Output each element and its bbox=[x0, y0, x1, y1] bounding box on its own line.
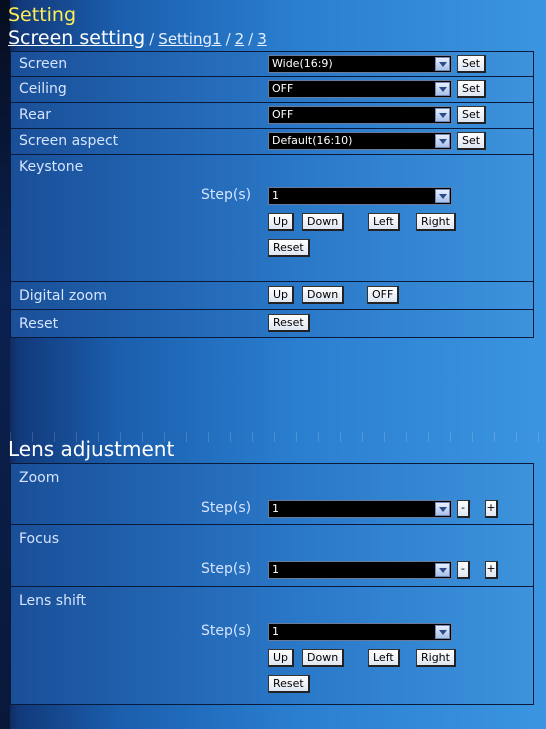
focus-plus-button[interactable]: + bbox=[485, 561, 498, 579]
keystone-step-value: 1 bbox=[272, 189, 279, 202]
rear-label: Rear bbox=[19, 107, 52, 123]
row-reset: Reset Reset bbox=[11, 310, 533, 338]
rear-set-button[interactable]: Set bbox=[457, 106, 487, 124]
lens-shift-step-label: Step(s) bbox=[201, 623, 252, 639]
focus-minus-button[interactable]: - bbox=[457, 561, 470, 579]
row-screen-aspect: Screen aspect Default(16:10) Set bbox=[11, 129, 533, 155]
zoom-step-label: Step(s) bbox=[201, 500, 252, 516]
row-lens-shift: Lens shift Step(s) 1 Up Down Left Right … bbox=[11, 587, 533, 705]
chevron-down-icon[interactable] bbox=[435, 134, 450, 148]
zoom-step-select[interactable]: 1 bbox=[268, 500, 452, 518]
screen-label: Screen bbox=[19, 56, 68, 72]
ceiling-set-button[interactable]: Set bbox=[457, 80, 487, 98]
keystone-label: Keystone bbox=[19, 159, 84, 175]
screen-aspect-select[interactable]: Default(16:10) bbox=[268, 132, 452, 150]
chevron-down-icon[interactable] bbox=[435, 502, 450, 516]
lens-shift-step-value: 1 bbox=[272, 625, 279, 638]
zoom-minus-button[interactable]: - bbox=[457, 500, 470, 518]
lens-shift-down-button[interactable]: Down bbox=[302, 649, 345, 667]
screen-select-value: Wide(16:9) bbox=[272, 57, 333, 70]
chevron-down-icon[interactable] bbox=[435, 57, 450, 71]
ceiling-select[interactable]: OFF bbox=[268, 80, 452, 98]
row-ceiling: Ceiling OFF Set bbox=[11, 77, 533, 103]
keystone-up-button[interactable]: Up bbox=[268, 213, 295, 231]
lens-shift-left-button[interactable]: Left bbox=[368, 649, 400, 667]
keystone-step-select[interactable]: 1 bbox=[268, 187, 452, 205]
keystone-left-button[interactable]: Left bbox=[368, 213, 400, 231]
digital-zoom-up-button[interactable]: Up bbox=[268, 286, 295, 304]
focus-step-select[interactable]: 1 bbox=[268, 561, 452, 579]
screen-setting-table: Screen Wide(16:9) Set Ceiling OFF Set Re… bbox=[10, 51, 534, 338]
screen-aspect-select-value: Default(16:10) bbox=[272, 134, 353, 147]
zoom-step-value: 1 bbox=[272, 502, 279, 515]
focus-step-label: Step(s) bbox=[201, 561, 252, 577]
focus-label: Focus bbox=[19, 531, 59, 547]
breadcrumb-link-3[interactable]: 3 bbox=[257, 30, 267, 48]
breadcrumb-link-2[interactable]: 2 bbox=[235, 30, 245, 48]
chevron-down-icon[interactable] bbox=[435, 625, 450, 639]
chevron-down-icon[interactable] bbox=[435, 563, 450, 577]
chevron-down-icon[interactable] bbox=[435, 108, 450, 122]
row-rear: Rear OFF Set bbox=[11, 103, 533, 129]
breadcrumb: Screen setting / Setting1/2/3 bbox=[8, 27, 267, 50]
ceiling-select-value: OFF bbox=[272, 82, 294, 95]
row-zoom: Zoom Step(s) 1 - + bbox=[11, 463, 533, 525]
zoom-plus-button[interactable]: + bbox=[485, 500, 498, 518]
lens-adjustment-title: Lens adjustment bbox=[8, 437, 175, 461]
chevron-down-icon[interactable] bbox=[435, 82, 450, 96]
rear-select[interactable]: OFF bbox=[268, 106, 452, 124]
lens-shift-up-button[interactable]: Up bbox=[268, 649, 295, 667]
lens-shift-step-select[interactable]: 1 bbox=[268, 623, 452, 641]
keystone-down-button[interactable]: Down bbox=[302, 213, 345, 231]
breadcrumb-separator: / bbox=[149, 30, 155, 48]
keystone-reset-button[interactable]: Reset bbox=[268, 239, 310, 257]
zoom-label: Zoom bbox=[19, 470, 60, 486]
left-decorative-strip bbox=[0, 0, 10, 729]
lens-adjustment-table: Zoom Step(s) 1 - + Focus Step(s) 1 - + L… bbox=[10, 463, 534, 705]
row-screen: Screen Wide(16:9) Set bbox=[11, 51, 533, 77]
page-title: Setting bbox=[8, 4, 77, 26]
chevron-down-icon[interactable] bbox=[435, 189, 450, 203]
keystone-step-label: Step(s) bbox=[201, 187, 252, 203]
breadcrumb-separator: / bbox=[225, 30, 231, 48]
breadcrumb-link-setting1[interactable]: Setting1 bbox=[158, 30, 221, 48]
digital-zoom-label: Digital zoom bbox=[19, 288, 107, 304]
screen-aspect-label: Screen aspect bbox=[19, 133, 119, 149]
row-keystone: Keystone Step(s) 1 Up Down Left Right Re… bbox=[11, 155, 533, 282]
row-focus: Focus Step(s) 1 - + bbox=[11, 525, 533, 587]
lens-shift-label: Lens shift bbox=[19, 593, 87, 609]
screen-set-button[interactable]: Set bbox=[457, 55, 487, 73]
digital-zoom-off-button[interactable]: OFF bbox=[367, 286, 400, 304]
digital-zoom-down-button[interactable]: Down bbox=[302, 286, 345, 304]
focus-step-value: 1 bbox=[272, 563, 279, 576]
ceiling-label: Ceiling bbox=[19, 81, 67, 97]
lens-shift-reset-button[interactable]: Reset bbox=[268, 675, 310, 693]
screen-select[interactable]: Wide(16:9) bbox=[268, 55, 452, 73]
reset-button[interactable]: Reset bbox=[268, 314, 310, 332]
rear-select-value: OFF bbox=[272, 108, 294, 121]
breadcrumb-separator: / bbox=[248, 30, 254, 48]
breadcrumb-current: Screen setting bbox=[8, 27, 146, 49]
row-digital-zoom: Digital zoom Up Down OFF bbox=[11, 282, 533, 310]
lens-shift-right-button[interactable]: Right bbox=[416, 649, 456, 667]
keystone-right-button[interactable]: Right bbox=[416, 213, 456, 231]
reset-label: Reset bbox=[19, 316, 59, 332]
screen-aspect-set-button[interactable]: Set bbox=[457, 132, 487, 150]
